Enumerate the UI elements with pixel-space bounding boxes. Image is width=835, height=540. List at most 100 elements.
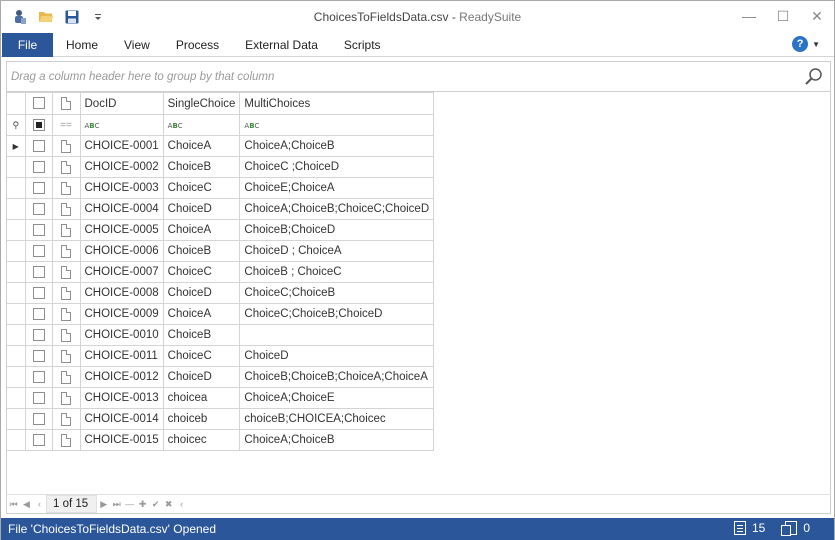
row-checkbox[interactable] [24, 324, 53, 346]
cell-singlechoice[interactable]: ChoiceC [162, 177, 241, 199]
row-document-cell[interactable] [51, 240, 81, 262]
cell-singlechoice[interactable]: ChoiceA [162, 303, 241, 325]
row-document-cell[interactable] [51, 135, 81, 157]
row-checkbox[interactable] [24, 303, 53, 325]
select-all-checkbox[interactable] [24, 92, 53, 115]
search-icon[interactable] [804, 67, 824, 87]
filter-document-cell[interactable]: == [51, 114, 81, 136]
table-row[interactable]: CHOICE-0010 ChoiceB [7, 324, 435, 346]
table-row[interactable]: CHOICE-0009 ChoiceA ChoiceC;ChoiceB;Choice… [7, 303, 435, 325]
table-row[interactable]: CHOICE-0008 ChoiceD ChoiceC;ChoiceB [7, 282, 435, 304]
row-document-cell[interactable] [51, 408, 81, 430]
cell-singlechoice[interactable]: ChoiceD [162, 198, 241, 220]
filter-docid[interactable]: ABC [79, 114, 164, 136]
cell-singlechoice[interactable]: ChoiceB [162, 156, 241, 178]
table-row[interactable]: CHOICE-0007 ChoiceC ChoiceB ; ChoiceC [7, 261, 435, 283]
cell-docid[interactable]: CHOICE-0004 [79, 198, 164, 220]
row-document-cell[interactable] [51, 387, 81, 409]
cell-multichoices[interactable]: ChoiceA;ChoiceB [239, 135, 435, 157]
tab-process[interactable]: Process [163, 33, 232, 57]
cell-multichoices[interactable] [239, 324, 435, 346]
cell-singlechoice[interactable]: ChoiceB [162, 324, 241, 346]
previous-record-icon[interactable]: ‹ [33, 499, 46, 509]
table-row[interactable]: CHOICE-0003 ChoiceC ChoiceE;ChoiceA [7, 177, 435, 199]
row-document-cell[interactable] [51, 261, 81, 283]
cell-docid[interactable]: CHOICE-0007 [79, 261, 164, 283]
row-checkbox[interactable] [24, 261, 53, 283]
cell-singlechoice[interactable]: choicea [162, 387, 241, 409]
group-by-panel[interactable]: Drag a column header here to group by th… [6, 61, 831, 92]
tab-home[interactable]: Home [53, 33, 111, 57]
cell-multichoices[interactable]: ChoiceD [239, 345, 435, 367]
filter-checkbox[interactable] [24, 114, 53, 136]
tab-scripts[interactable]: Scripts [331, 33, 394, 57]
cell-docid[interactable]: CHOICE-0001 [79, 135, 164, 157]
table-row[interactable]: CHOICE-0013 choicea ChoiceA;ChoiceE [7, 387, 435, 409]
row-checkbox[interactable] [24, 345, 53, 367]
table-row[interactable]: CHOICE-0014 choiceb choiceB;CHOICEA;Choice… [7, 408, 435, 430]
cell-multichoices[interactable]: ChoiceD ; ChoiceA [239, 240, 435, 262]
cell-docid[interactable]: CHOICE-0005 [79, 219, 164, 241]
row-checkbox[interactable] [24, 198, 53, 220]
next-record-icon[interactable]: ▶ [97, 499, 110, 510]
delete-record-icon[interactable]: — [123, 499, 136, 509]
row-checkbox[interactable] [24, 156, 53, 178]
row-checkbox[interactable] [24, 408, 53, 430]
row-document-cell[interactable] [51, 429, 81, 451]
tab-view[interactable]: View [111, 33, 163, 57]
filter-multichoices[interactable]: ABC [239, 114, 435, 136]
cancel-edit-icon[interactable]: ✖ [162, 499, 175, 510]
cell-docid[interactable]: CHOICE-0006 [79, 240, 164, 262]
cell-multichoices[interactable]: choiceB;CHOICEA;Choicec [239, 408, 435, 430]
tab-file[interactable]: File [2, 33, 53, 57]
table-row[interactable]: ▶ CHOICE-0001 ChoiceA ChoiceA;ChoiceB [7, 135, 435, 157]
cell-singlechoice[interactable]: ChoiceC [162, 261, 241, 283]
cell-docid[interactable]: CHOICE-0009 [79, 303, 164, 325]
row-document-cell[interactable] [51, 282, 81, 304]
cell-singlechoice[interactable]: ChoiceA [162, 135, 241, 157]
row-document-cell[interactable] [51, 219, 81, 241]
cell-singlechoice[interactable]: choiceb [162, 408, 241, 430]
table-row[interactable]: CHOICE-0015 choicec ChoiceA;ChoiceB [7, 429, 435, 451]
cell-docid[interactable]: CHOICE-0008 [79, 282, 164, 304]
cell-singlechoice[interactable]: ChoiceC [162, 345, 241, 367]
cell-multichoices[interactable]: ChoiceA;ChoiceB [239, 429, 435, 451]
cell-singlechoice[interactable]: choicec [162, 429, 241, 451]
cell-docid[interactable]: CHOICE-0002 [79, 156, 164, 178]
cell-singlechoice[interactable]: ChoiceD [162, 282, 241, 304]
row-checkbox[interactable] [24, 177, 53, 199]
row-document-cell[interactable] [51, 198, 81, 220]
tab-external-data[interactable]: External Data [232, 33, 331, 57]
row-document-cell[interactable] [51, 366, 81, 388]
table-row[interactable]: CHOICE-0011 ChoiceC ChoiceD [7, 345, 435, 367]
cell-multichoices[interactable]: ChoiceE;ChoiceA [239, 177, 435, 199]
column-header-docid[interactable]: DocID [79, 92, 164, 115]
row-document-cell[interactable] [51, 303, 81, 325]
close-button[interactable]: ✕ [800, 1, 834, 31]
cell-singlechoice[interactable]: ChoiceA [162, 219, 241, 241]
previous-page-icon[interactable]: ◀ [20, 499, 33, 510]
end-edit-icon[interactable]: ✔ [149, 499, 162, 510]
cell-multichoices[interactable]: ChoiceA;ChoiceE [239, 387, 435, 409]
cell-multichoices[interactable]: ChoiceC;ChoiceB [239, 282, 435, 304]
cell-docid[interactable]: CHOICE-0014 [79, 408, 164, 430]
filter-singlechoice[interactable]: ABC [162, 114, 241, 136]
table-row[interactable]: CHOICE-0012 ChoiceD ChoiceB;ChoiceB;Choice… [7, 366, 435, 388]
cell-multichoices[interactable]: ChoiceC ;ChoiceD [239, 156, 435, 178]
row-document-cell[interactable] [51, 177, 81, 199]
row-document-cell[interactable] [51, 324, 81, 346]
column-header-multichoices[interactable]: MultiChoices [239, 92, 435, 115]
cell-multichoices[interactable]: ChoiceB;ChoiceB;ChoiceA;ChoiceA [239, 366, 435, 388]
row-checkbox[interactable] [24, 240, 53, 262]
table-row[interactable]: CHOICE-0006 ChoiceB ChoiceD ; ChoiceA [7, 240, 435, 262]
cell-docid[interactable]: CHOICE-0011 [79, 345, 164, 367]
row-checkbox[interactable] [24, 135, 53, 157]
cell-docid[interactable]: CHOICE-0010 [79, 324, 164, 346]
help-button[interactable]: ? ▼ [792, 36, 820, 52]
cell-multichoices[interactable]: ChoiceB ; ChoiceC [239, 261, 435, 283]
row-document-cell[interactable] [51, 345, 81, 367]
row-checkbox[interactable] [24, 219, 53, 241]
row-checkbox[interactable] [24, 282, 53, 304]
cell-multichoices[interactable]: ChoiceC;ChoiceB;ChoiceD [239, 303, 435, 325]
cell-singlechoice[interactable]: ChoiceB [162, 240, 241, 262]
